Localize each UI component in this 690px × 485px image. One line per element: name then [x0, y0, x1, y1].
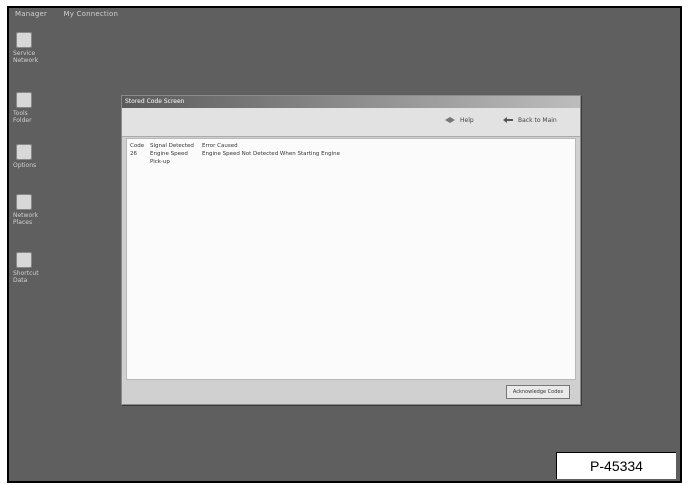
desktop-top-bar: Manager My Connection [15, 10, 132, 18]
screenshot-frame: Manager My Connection Service Network To… [7, 6, 682, 483]
figure-label: P-45334 [556, 452, 676, 479]
cell-signal: Engine Speed Pick-up [150, 151, 188, 165]
table-header: Code Signal Detected Error Caused [127, 139, 575, 150]
desktop-icon-network[interactable]: Network Places [13, 194, 47, 226]
desktop-top-item[interactable]: Manager [15, 10, 47, 18]
acknowledge-codes-button[interactable]: Acknowledge Codes [506, 385, 570, 399]
desktop-icon-label: Shortcut Data [13, 270, 39, 284]
desktop-icon-document[interactable]: Shortcut Data [13, 252, 47, 284]
desktop-icon-label: Options [13, 162, 37, 169]
codes-list: Code Signal Detected Error Caused 26 Eng… [126, 138, 576, 380]
desktop-icon-label: Tools Folder [13, 110, 32, 124]
recycle-bin-icon [16, 92, 32, 108]
column-header-error: Error Caused [202, 143, 238, 149]
desktop-icon-recycle-bin[interactable]: Tools Folder [13, 92, 47, 124]
table-row[interactable]: 26 Engine Speed Pick-up Engine Speed Not… [127, 150, 575, 166]
desktop-icon-folder[interactable]: Options [13, 144, 47, 169]
back-arrow-icon [503, 117, 513, 123]
desktop-icon-my-computer[interactable]: Service Network [13, 32, 47, 64]
column-header-code: Code [130, 143, 145, 149]
back-to-main-label: Back to Main [518, 116, 557, 124]
window-toolbar: Help Back to Main [122, 108, 580, 137]
help-button[interactable]: Help [444, 116, 474, 124]
help-button-label: Help [460, 116, 474, 124]
help-icon [445, 117, 455, 123]
back-to-main-button[interactable]: Back to Main [502, 116, 557, 124]
desktop-icon-label: Service Network [13, 50, 39, 64]
computer-icon [16, 32, 32, 48]
cell-code: 26 [130, 151, 137, 157]
folder-icon [16, 144, 32, 160]
window-status-bar: Acknowledge Codes [126, 384, 574, 400]
column-header-signal: Signal Detected [150, 143, 194, 149]
cell-error: Engine Speed Not Detected When Starting … [202, 151, 341, 157]
window-title[interactable]: Stored Code Screen [122, 96, 580, 108]
document-icon [16, 252, 32, 268]
desktop-top-item[interactable]: My Connection [64, 10, 119, 18]
network-icon [16, 194, 32, 210]
desktop-icon-label: Network Places [13, 212, 39, 226]
stored-codes-window: Stored Code Screen Help Back to Main Cod… [121, 95, 581, 405]
